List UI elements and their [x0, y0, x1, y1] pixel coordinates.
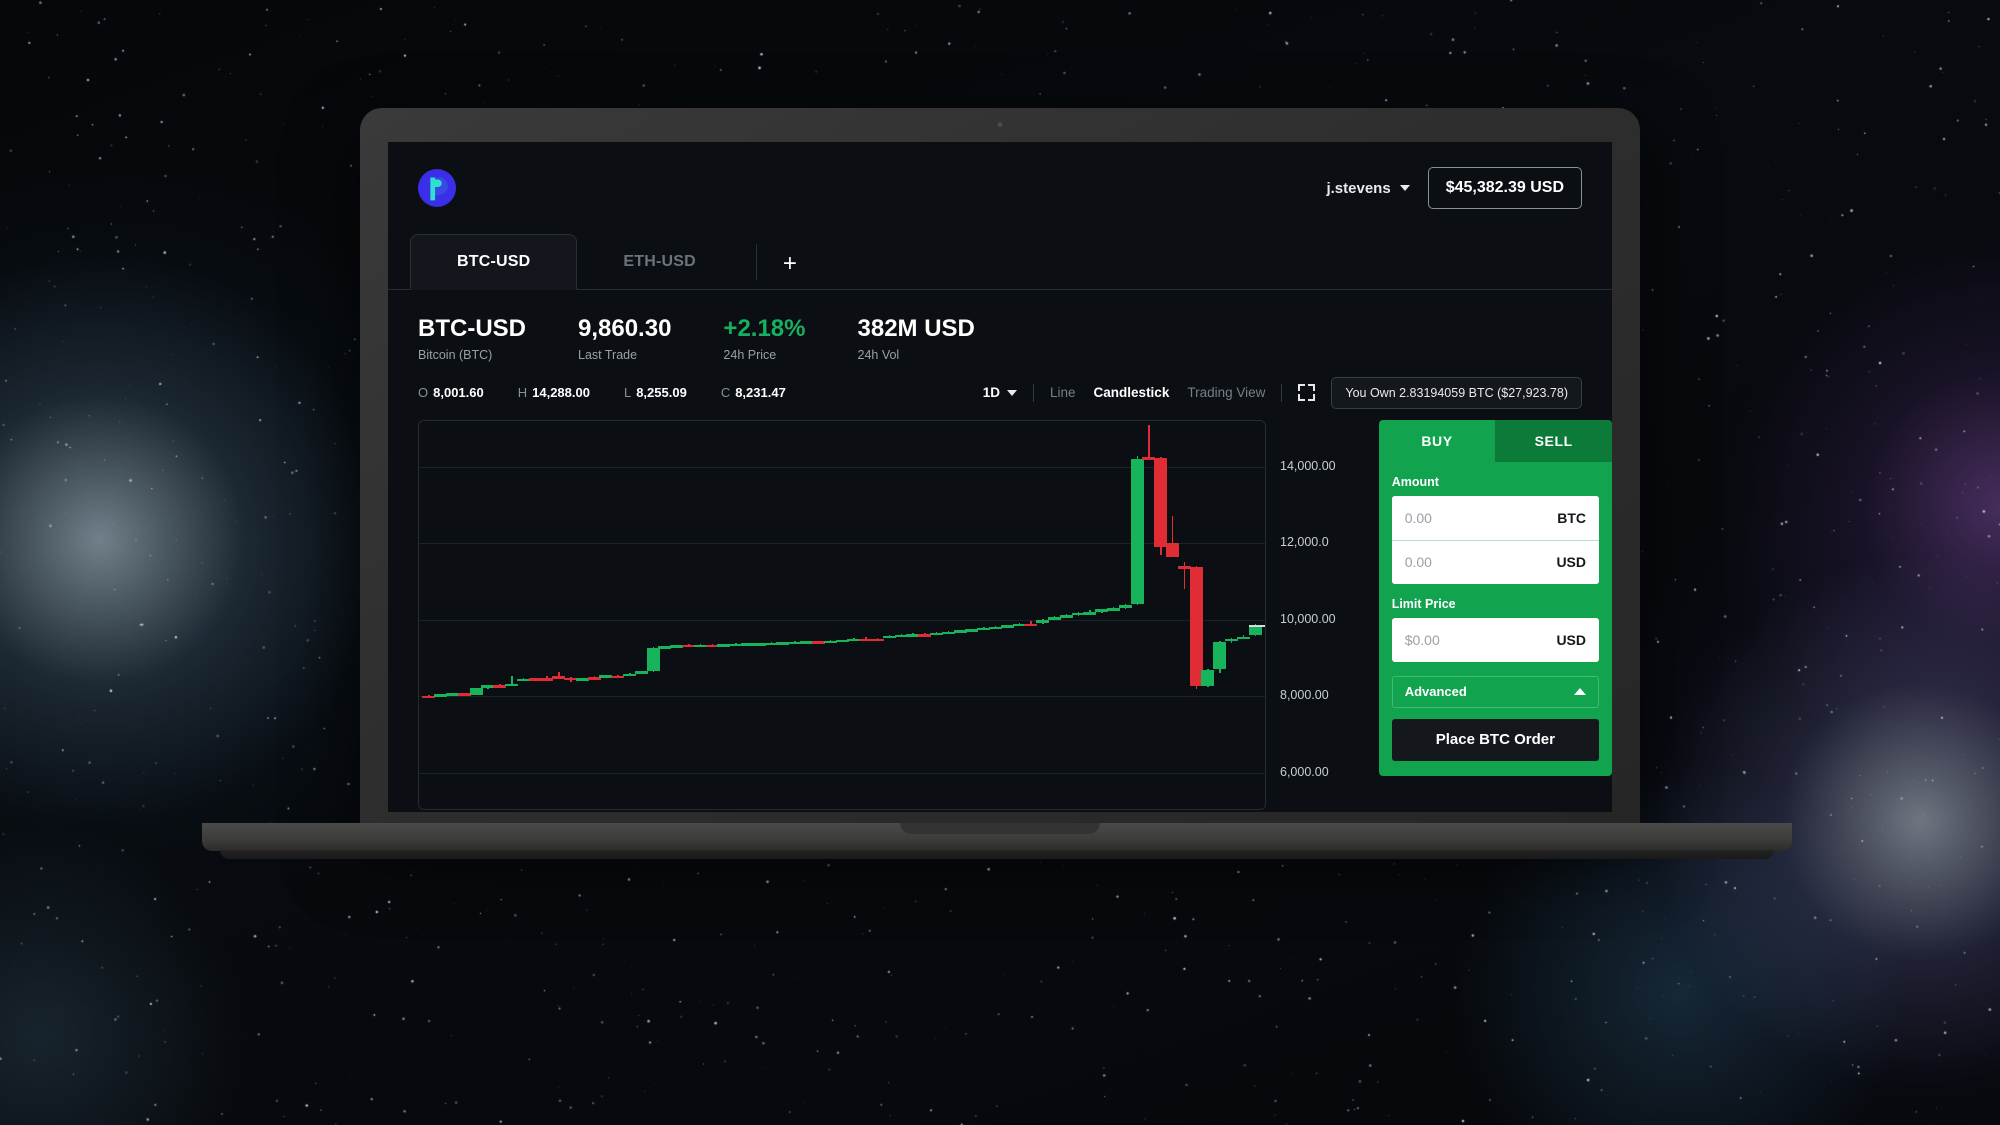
- ohlc-readout: O 8,001.60 H 14,288.00 L 8,255.09 C 8,231.47: [418, 385, 786, 400]
- candle-wick: [1148, 424, 1150, 460]
- chart-mode-group: Line Candlestick Trading View: [1050, 385, 1265, 400]
- tab-divider: [755, 244, 757, 280]
- buy-tab[interactable]: BUY: [1379, 420, 1496, 462]
- trade-panel: BUY SELL Amount 0.00 BTC 0.00 USD Limit …: [1378, 419, 1612, 776]
- add-tab-button[interactable]: +: [761, 234, 819, 290]
- amount-usd-placeholder: 0.00: [1404, 554, 1432, 571]
- holdings-badge[interactable]: You Own 2.83194059 BTC ($27,923.78): [1331, 376, 1582, 409]
- ohlc-high-key: H: [517, 385, 528, 401]
- ohlc-open-value: 8,001.60: [433, 385, 484, 401]
- toolbar-divider: [1281, 383, 1283, 402]
- ticker-label: 24h Price: [723, 347, 777, 362]
- ticker-value: +2.18%: [723, 315, 806, 342]
- buy-sell-tabs: BUY SELL: [1379, 419, 1612, 462]
- tab-eth-usd[interactable]: ETH-USD: [577, 234, 742, 290]
- limit-price-placeholder: $0.00: [1404, 631, 1440, 648]
- amount-usd-unit: USD: [1556, 554, 1586, 571]
- ticker-item-pair: BTC-USD Bitcoin (BTC): [418, 315, 526, 362]
- ohlc-low-key: L: [623, 385, 632, 401]
- y-axis: 14,000.00 12,000.0 10,000.00 8,000.00 6,000.…: [1266, 420, 1373, 812]
- sell-tab[interactable]: SELL: [1495, 419, 1612, 462]
- ticker-item-24h-price: +2.18% 24h Price: [723, 315, 806, 362]
- amount-usd-input[interactable]: 0.00 USD: [1391, 539, 1599, 584]
- ticker-item-last-trade: 9,860.30 Last Trade: [578, 315, 672, 362]
- timeframe-label: 1D: [982, 385, 1001, 401]
- fullscreen-icon[interactable]: [1298, 384, 1316, 402]
- chevron-down-icon: [1007, 389, 1018, 396]
- market-tabbar: BTC-USD ETH-USD +: [388, 234, 1612, 290]
- chart-toolbar: O 8,001.60 H 14,288.00 L 8,255.09 C 8,231.47…: [388, 362, 1612, 409]
- place-order-button[interactable]: Place BTC Order: [1391, 718, 1599, 761]
- market-ticker: BTC-USD Bitcoin (BTC) 9,860.30 Last Trad…: [388, 290, 1612, 362]
- trade-form: Amount 0.00 BTC 0.00 USD Limit Price $0.…: [1379, 462, 1612, 776]
- ohlc-low-value: 8,255.09: [636, 385, 687, 401]
- p-logo-icon[interactable]: [418, 169, 456, 207]
- laptop-lid: j.stevens $45,382.39 USD BTC-USD ETH-USD…: [360, 108, 1640, 828]
- timeframe-selector[interactable]: 1D: [982, 385, 1018, 401]
- advanced-toggle[interactable]: Advanced: [1391, 675, 1599, 708]
- candlestick-chart[interactable]: [418, 419, 1266, 810]
- advanced-label: Advanced: [1404, 684, 1467, 700]
- ticker-item-24h-vol: 382M USD 24h Vol: [857, 315, 975, 362]
- ohlc-close-value: 8,231.47: [735, 385, 786, 401]
- y-axis-tick-label: 14,000.00: [1280, 458, 1336, 473]
- ticker-label: 24h Vol: [857, 347, 900, 362]
- laptop-mockup: j.stevens $45,382.39 USD BTC-USD ETH-USD…: [202, 108, 1792, 859]
- amount-btc-placeholder: 0.00: [1404, 509, 1432, 526]
- app-topbar: j.stevens $45,382.39 USD: [388, 142, 1612, 234]
- laptop-base-lip: [220, 850, 1774, 859]
- chevron-up-icon: [1574, 688, 1586, 696]
- chevron-down-icon: [1399, 185, 1410, 191]
- chart-mode-candlestick[interactable]: Candlestick: [1094, 385, 1170, 400]
- y-axis-tick-label: 12,000.0: [1280, 535, 1329, 550]
- ticker-value: 382M USD: [857, 315, 975, 342]
- ohlc-close: C 8,231.47: [721, 385, 786, 400]
- ticker-label: Bitcoin (BTC): [418, 347, 493, 362]
- candlestick: [1248, 421, 1262, 809]
- ohlc-high-value: 14,288.00: [532, 385, 590, 401]
- amount-label: Amount: [1391, 474, 1439, 489]
- app-screen: j.stevens $45,382.39 USD BTC-USD ETH-USD…: [388, 142, 1612, 812]
- ohlc-open: O 8,001.60: [418, 385, 484, 400]
- tab-btc-usd[interactable]: BTC-USD: [410, 234, 578, 290]
- chart-container: :0503:1003:1503:2003:2503:3003:3503:4003…: [418, 419, 1266, 812]
- limit-price-label: Limit Price: [1391, 596, 1456, 611]
- laptop-notch: [900, 823, 1100, 834]
- chart-and-trade-area: :0503:1003:1503:2003:2503:3003:3503:4003…: [388, 406, 1612, 812]
- amount-btc-unit: BTC: [1557, 509, 1586, 526]
- ticker-value: BTC-USD: [418, 315, 526, 342]
- chart-mode-line[interactable]: Line: [1050, 385, 1076, 400]
- y-axis-tick-label: 10,000.00: [1280, 611, 1336, 626]
- limit-price-inputs: $0.00 USD: [1391, 617, 1599, 662]
- amount-btc-input[interactable]: 0.00 BTC: [1391, 495, 1599, 540]
- candle-wick: [1171, 516, 1174, 546]
- chart-mode-trading-view[interactable]: Trading View: [1187, 385, 1265, 400]
- user-menu[interactable]: j.stevens: [1326, 179, 1410, 197]
- ohlc-open-key: O: [418, 385, 429, 401]
- account-balance[interactable]: $45,382.39 USD: [1427, 167, 1582, 209]
- ticker-label: Last Trade: [578, 347, 638, 362]
- chart-toolbar-right: 1D Line Candlestick Trading View You Own…: [982, 376, 1582, 409]
- ticker-value: 9,860.30: [578, 315, 672, 342]
- ohlc-close-key: C: [720, 385, 731, 401]
- topbar-right-group: j.stevens $45,382.39 USD: [1326, 167, 1582, 209]
- webcam-icon: [997, 122, 1003, 127]
- limit-price-unit: USD: [1556, 631, 1586, 648]
- username-label: j.stevens: [1326, 179, 1391, 197]
- toolbar-divider: [1033, 383, 1035, 402]
- ohlc-low: L 8,255.09: [624, 385, 687, 400]
- limit-price-input[interactable]: $0.00 USD: [1391, 617, 1599, 662]
- last-price-line: [1249, 625, 1265, 628]
- y-axis-tick-label: 6,000.00: [1280, 764, 1329, 779]
- ohlc-high: H 14,288.00: [518, 385, 590, 400]
- y-axis-tick-label: 8,000.00: [1280, 688, 1329, 703]
- amount-inputs: 0.00 BTC 0.00 USD: [1391, 495, 1599, 584]
